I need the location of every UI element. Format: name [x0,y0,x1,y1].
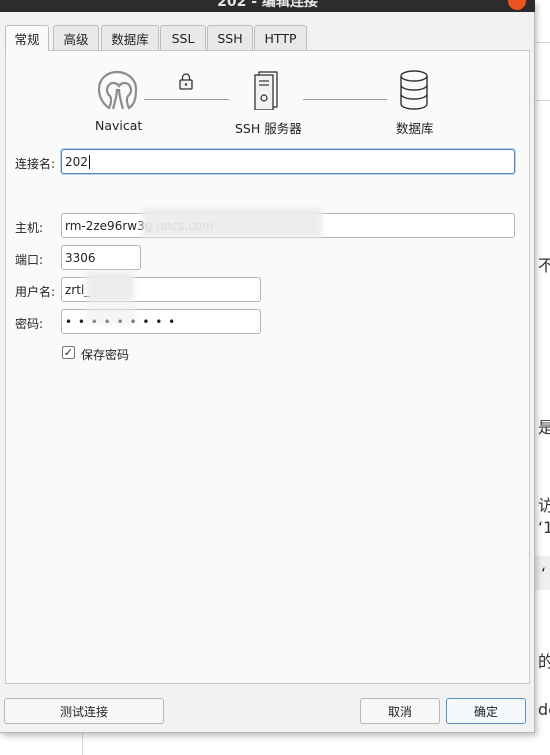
tab-advanced[interactable]: 高级 [53,25,99,50]
ssh-server-icon [254,71,278,110]
port-label: 端口: [15,253,44,267]
save-password-label[interactable]: 保存密码 [81,346,129,363]
background-text: ‘1 [538,518,550,537]
test-connection-button[interactable]: 测试连接 [4,698,164,724]
text-caret [88,154,90,169]
database-icon [400,70,428,110]
background-divider [534,42,550,43]
background-text: ‘ [541,564,547,583]
tab-general[interactable]: 常规 [5,25,49,51]
window-title: 202 - 编辑连接 [217,0,318,10]
background-divider [534,100,550,101]
redaction-blur [142,208,322,238]
connection-name-value: 202 [65,154,88,169]
password-label: 密码: [15,317,44,331]
redaction-blur [86,305,136,325]
general-tab-panel [5,50,530,684]
port-input[interactable]: 3306 [61,245,141,270]
username-label: 用户名: [15,285,56,299]
save-password-checkbox[interactable]: ✓ [62,346,75,359]
background-text: 访问 [538,496,550,515]
lock-icon [179,73,193,90]
background-text: 的文 [538,652,550,671]
host-label: 主机: [15,221,44,235]
connection-name-label: 连接名: [15,157,56,171]
navicat-label: Navicat [95,118,143,133]
database-label: 数据库 [396,121,434,136]
background-text: 不是 [538,256,550,275]
tab-databases[interactable]: 数据库 [101,25,159,50]
connection-name-input[interactable]: 202 [61,149,515,174]
title-bar[interactable]: 202 - 编辑连接 [0,0,535,12]
edit-connection-dialog: 202 - 编辑连接 常规 高级 数据库 SSL SSH HTTP Navica… [0,0,535,733]
connection-line [144,99,229,100]
background-divider [82,733,83,755]
ssh-server-label: SSH 服务器 [235,121,302,136]
navicat-icon [97,70,138,110]
tab-ssh[interactable]: SSH [207,25,253,50]
background-text: de [538,700,550,719]
ok-button[interactable]: 确定 [446,698,526,724]
cancel-button[interactable]: 取消 [360,698,440,724]
tab-http[interactable]: HTTP [254,25,307,50]
redaction-blur [86,272,134,302]
tab-ssl[interactable]: SSL [160,25,206,50]
background-text: 是 [538,418,550,437]
port-value: 3306 [65,250,96,265]
connection-line [303,99,387,100]
